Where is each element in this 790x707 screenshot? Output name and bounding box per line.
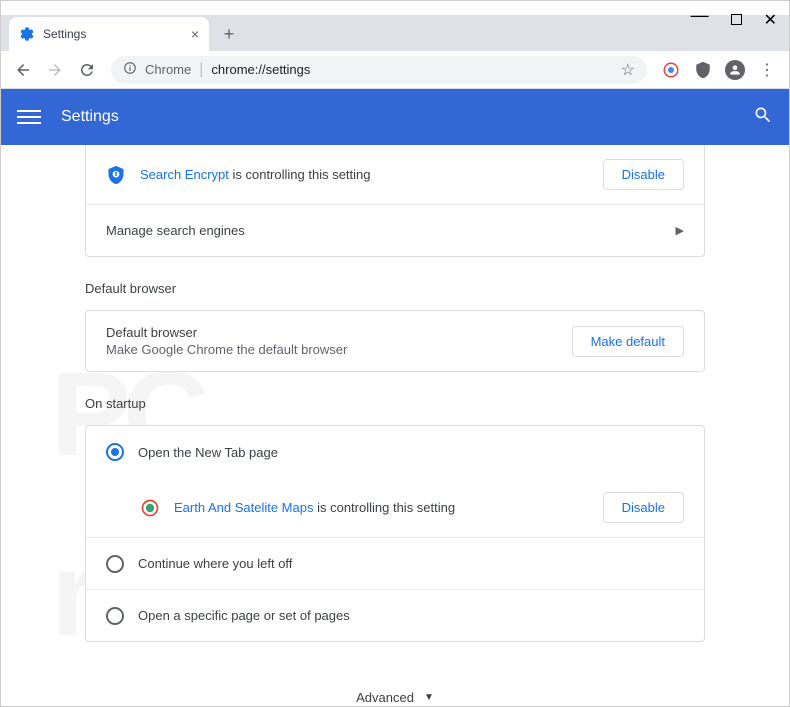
hamburger-icon[interactable]	[17, 110, 41, 124]
disable-button[interactable]: Disable	[603, 492, 684, 523]
startup-extension-notice: Earth And Satelite Maps is controlling t…	[86, 478, 704, 537]
url-scheme: Chrome	[145, 62, 191, 77]
search-icon[interactable]	[753, 105, 773, 130]
manage-search-engines-row[interactable]: Manage search engines ▶	[86, 204, 704, 256]
profile-avatar[interactable]	[721, 56, 749, 84]
globe-icon	[140, 498, 160, 518]
close-window-button[interactable]: ✕	[764, 10, 777, 30]
startup-option-continue[interactable]: Continue where you left off	[86, 537, 704, 589]
extension-icon-2[interactable]	[689, 56, 717, 84]
extension-link[interactable]: Earth And Satelite Maps	[174, 500, 313, 515]
maximize-button[interactable]	[731, 14, 742, 25]
tab-settings[interactable]: Settings ×	[9, 17, 209, 51]
radio-unchecked[interactable]	[106, 555, 124, 573]
advanced-toggle[interactable]: Advanced ▼	[85, 666, 705, 706]
chevron-right-icon: ▶	[676, 224, 684, 237]
search-engine-notice-row: Search Encrypt is controlling this setti…	[86, 145, 704, 204]
radio-unchecked[interactable]	[106, 607, 124, 625]
back-button[interactable]	[9, 56, 37, 84]
close-tab-icon[interactable]: ×	[191, 26, 199, 42]
info-icon	[123, 61, 137, 78]
url-text: chrome://settings	[211, 62, 612, 77]
section-default-browser: Default browser	[85, 281, 705, 296]
settings-header: Settings	[1, 89, 789, 145]
reload-button[interactable]	[73, 56, 101, 84]
tab-title: Settings	[43, 27, 183, 41]
shield-icon	[106, 165, 126, 185]
startup-option-newtab[interactable]: Open the New Tab page	[86, 426, 704, 478]
default-browser-row: Default browser Make Google Chrome the d…	[86, 311, 704, 371]
toolbar: Chrome | chrome://settings ☆ ⋮	[1, 51, 789, 89]
extension-icon-1[interactable]	[657, 56, 685, 84]
extension-link[interactable]: Search Encrypt	[140, 167, 229, 182]
forward-button[interactable]	[41, 56, 69, 84]
section-on-startup: On startup	[85, 396, 705, 411]
startup-option-specific[interactable]: Open a specific page or set of pages	[86, 589, 704, 641]
tab-strip: Settings × +	[1, 15, 789, 51]
make-default-button[interactable]: Make default	[572, 326, 684, 357]
chevron-down-icon: ▼	[424, 692, 434, 703]
address-bar[interactable]: Chrome | chrome://settings ☆	[111, 56, 647, 84]
new-tab-button[interactable]: +	[215, 20, 243, 48]
gear-icon	[19, 26, 35, 42]
page-title: Settings	[61, 108, 753, 126]
disable-button[interactable]: Disable	[603, 159, 684, 190]
radio-checked[interactable]	[106, 443, 124, 461]
menu-button[interactable]: ⋮	[753, 56, 781, 84]
bookmark-star-icon[interactable]: ☆	[621, 60, 635, 80]
minimize-button[interactable]: —	[691, 5, 709, 26]
